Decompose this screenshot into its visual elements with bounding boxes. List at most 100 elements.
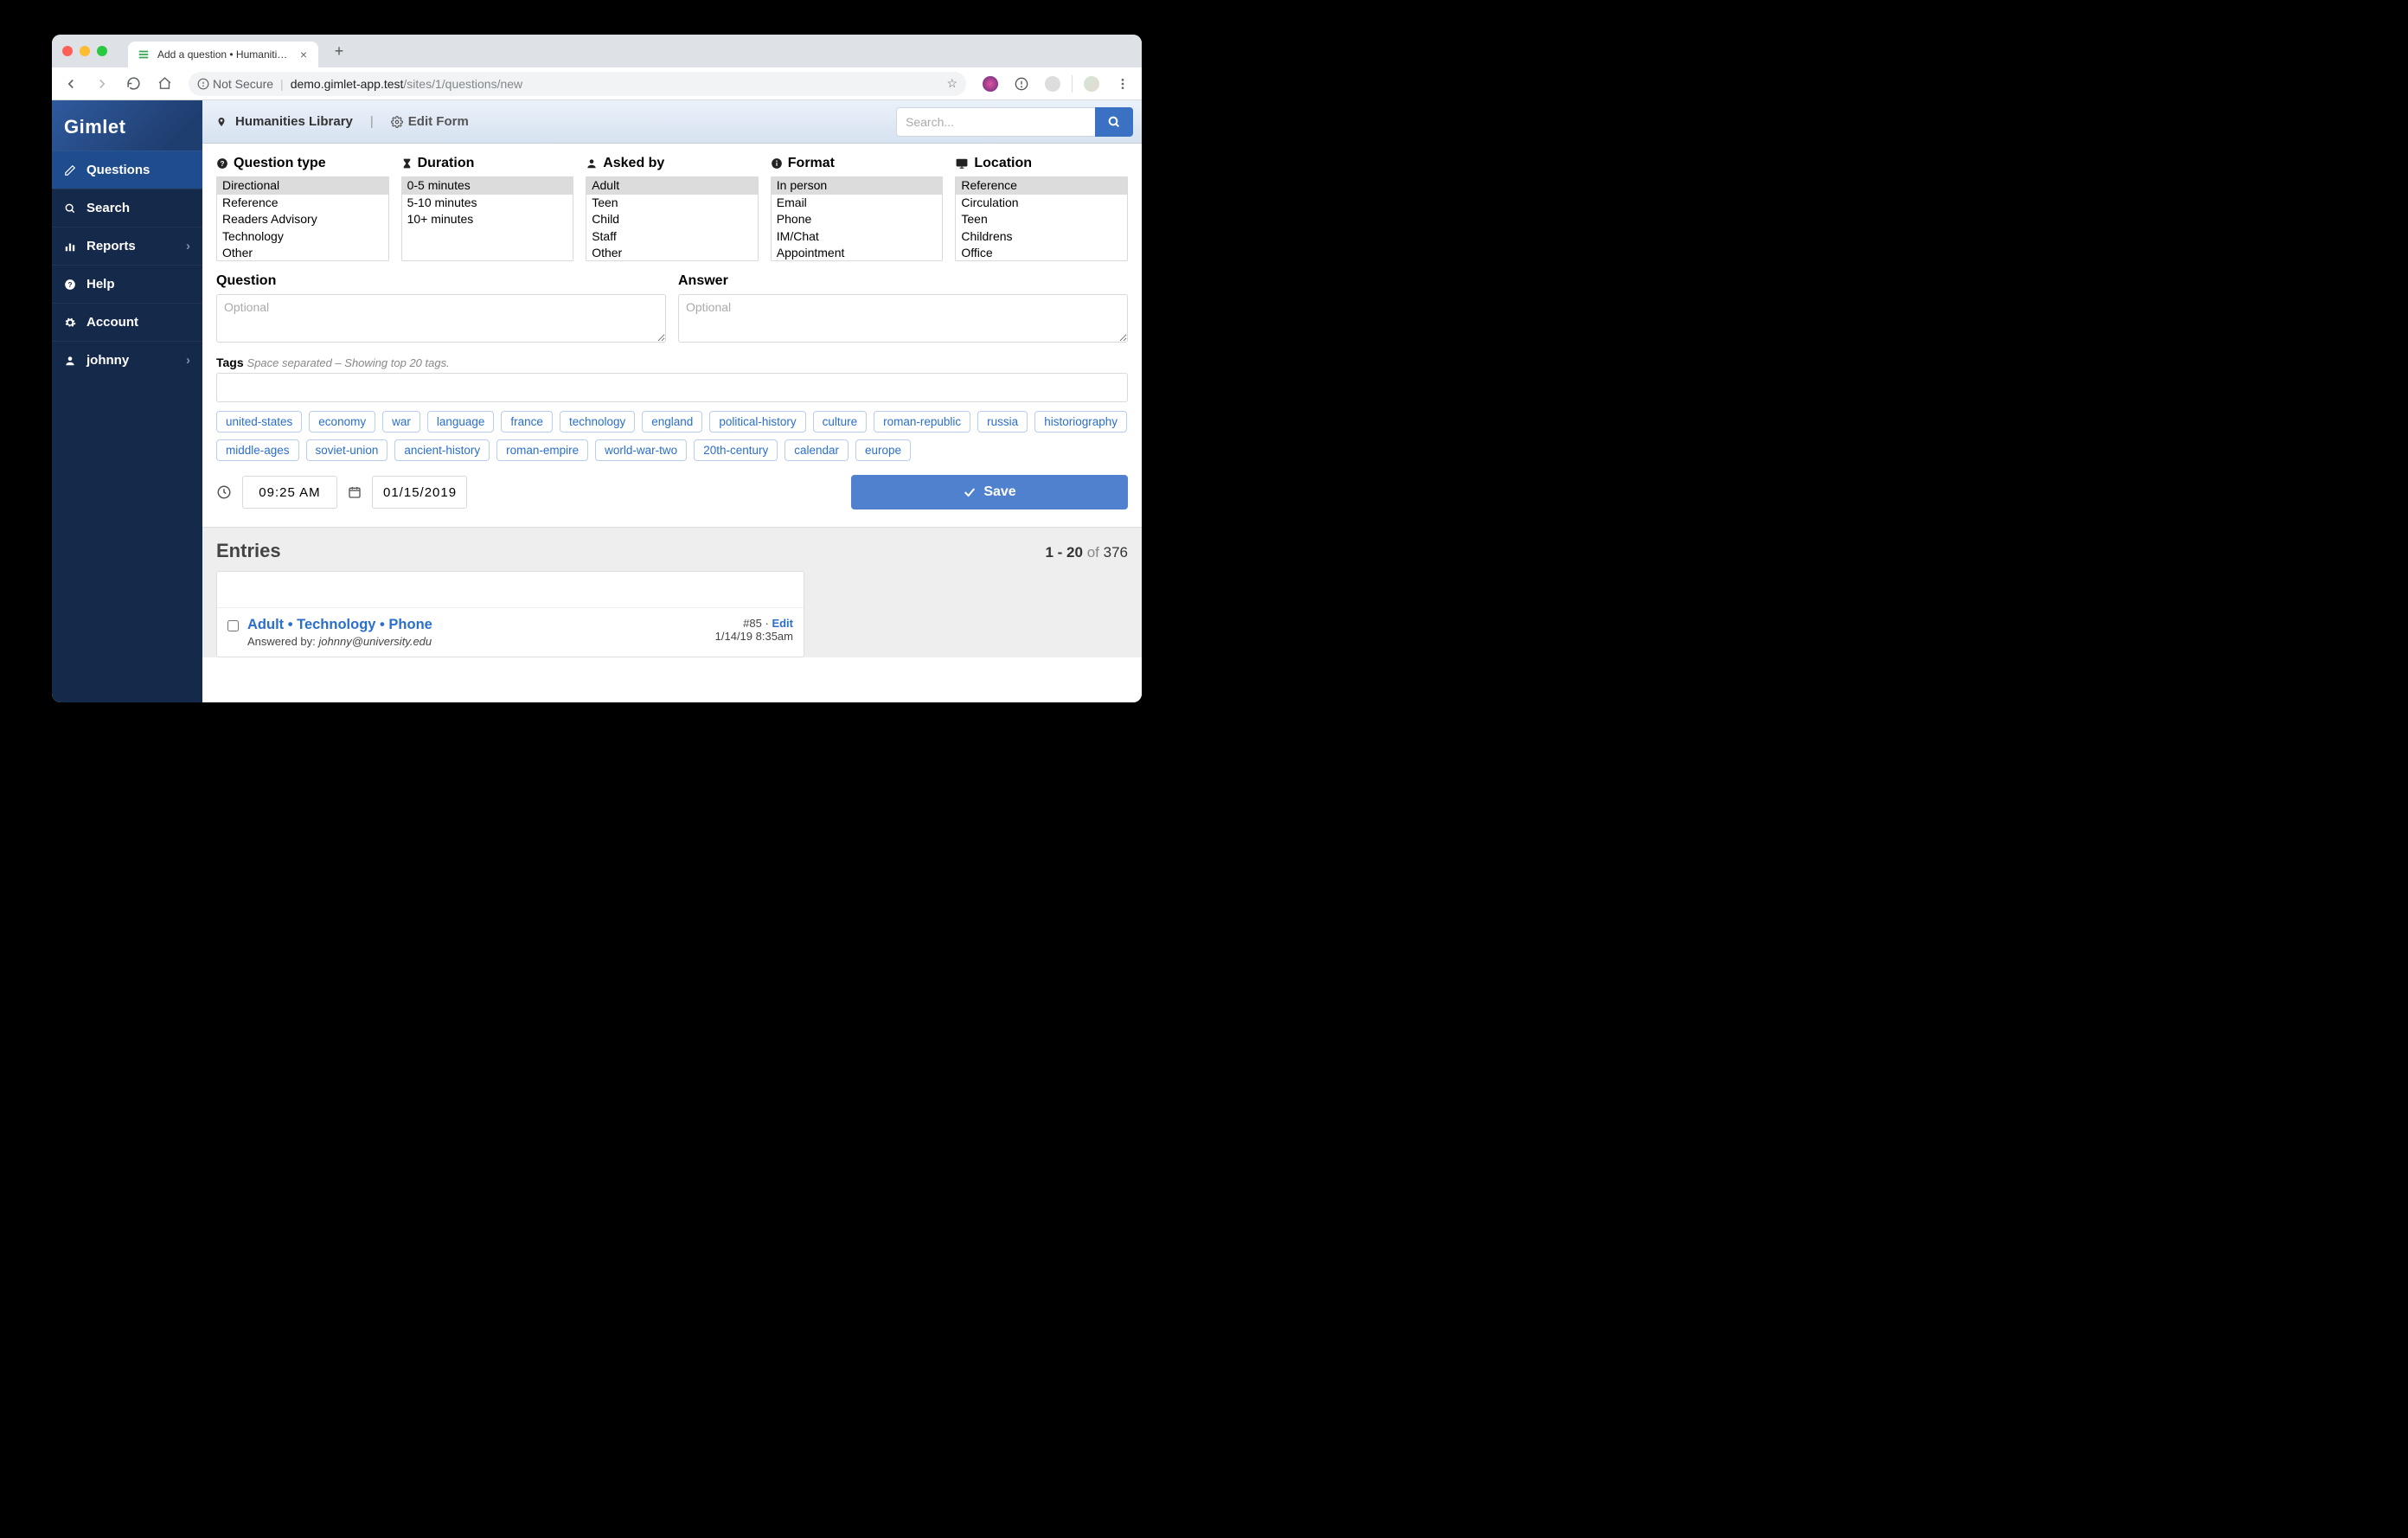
info-icon — [771, 157, 783, 170]
option[interactable]: 5-10 minutes — [402, 195, 573, 212]
browser-window: Add a question • Humanities Li × + Not S… — [52, 35, 1142, 702]
tag-pill[interactable]: europe — [855, 439, 911, 461]
option[interactable]: Staff — [586, 228, 758, 246]
option[interactable]: Appointment — [772, 245, 943, 261]
nav-back-button[interactable] — [59, 72, 83, 96]
sidebar-item-label: Account — [86, 315, 138, 330]
option[interactable]: Childrens — [956, 228, 1127, 246]
tag-pill[interactable]: france — [501, 411, 553, 433]
listbox-location[interactable]: ReferenceCirculationTeenChildrensOfficeO… — [955, 176, 1128, 261]
extension-icon[interactable] — [1009, 72, 1034, 96]
window-close-button[interactable] — [62, 46, 73, 56]
option[interactable]: Teen — [586, 195, 758, 212]
edit-form-link[interactable]: Edit Form — [391, 114, 469, 129]
field-label: Question type — [234, 156, 326, 171]
tag-pill[interactable]: russia — [977, 411, 1028, 433]
clock-icon — [216, 484, 232, 500]
option[interactable]: 10+ minutes — [402, 211, 573, 228]
option[interactable]: Directional — [217, 177, 388, 195]
nav-home-button[interactable] — [152, 72, 176, 96]
tab-close-button[interactable]: × — [298, 48, 310, 61]
tag-pill[interactable]: roman-empire — [496, 439, 588, 461]
tag-pill[interactable]: historiography — [1034, 411, 1127, 433]
sidebar-item-johnny[interactable]: johnny› — [52, 341, 202, 379]
tag-pill[interactable]: england — [642, 411, 702, 433]
field-format: FormatIn personEmailPhoneIM/ChatAppointm… — [771, 156, 944, 261]
tag-pill[interactable]: calendar — [785, 439, 849, 461]
tag-pill[interactable]: political-history — [709, 411, 805, 433]
option[interactable]: Reference — [956, 177, 1127, 195]
entry-checkbox[interactable] — [227, 620, 239, 631]
gear-icon — [64, 317, 78, 329]
tags-label: Tags — [216, 356, 244, 369]
sidebar-item-help[interactable]: ?Help — [52, 265, 202, 303]
search-input[interactable] — [896, 107, 1095, 137]
answer-textarea[interactable] — [678, 294, 1128, 343]
tag-pill[interactable]: war — [382, 411, 420, 433]
option[interactable]: Office — [956, 245, 1127, 261]
question-label: Question — [216, 273, 666, 289]
chrome-menu-button[interactable] — [1111, 72, 1135, 96]
entries-list: Adult • Technology • Phone Answered by: … — [216, 571, 804, 657]
extension-icon[interactable] — [978, 72, 1002, 96]
sidebar-item-label: Search — [86, 201, 130, 215]
option[interactable]: Child — [586, 211, 758, 228]
search-button[interactable] — [1095, 107, 1133, 137]
new-tab-button[interactable]: + — [327, 39, 351, 63]
tag-pill[interactable]: middle-ages — [216, 439, 299, 461]
tag-pill[interactable]: world-war-two — [595, 439, 687, 461]
listbox-format[interactable]: In personEmailPhoneIM/ChatAppointment — [771, 176, 944, 261]
date-input[interactable] — [372, 476, 467, 509]
option[interactable]: Adult — [586, 177, 758, 195]
save-button[interactable]: Save — [851, 475, 1128, 509]
tags-input[interactable] — [216, 373, 1128, 402]
option[interactable]: IM/Chat — [772, 228, 943, 246]
option[interactable]: Other — [586, 245, 758, 261]
nav-forward-button[interactable] — [90, 72, 114, 96]
time-input[interactable] — [242, 476, 337, 509]
listbox-duration[interactable]: 0-5 minutes5-10 minutes10+ minutes — [401, 176, 574, 261]
entry-edit-link[interactable]: Edit — [772, 617, 793, 630]
bookmark-star-icon[interactable]: ☆ — [946, 76, 957, 91]
tag-pill[interactable]: soviet-union — [306, 439, 388, 461]
question-textarea[interactable] — [216, 294, 666, 343]
sidebar-item-reports[interactable]: Reports› — [52, 227, 202, 265]
option[interactable]: Technology — [217, 228, 388, 246]
browser-tab[interactable]: Add a question • Humanities Li × — [128, 42, 318, 67]
tag-pill[interactable]: economy — [309, 411, 375, 433]
option[interactable]: Teen — [956, 211, 1127, 228]
url-domain: demo.gimlet-app.test — [291, 77, 404, 91]
tag-cloud: united-states economy war language france tec… — [216, 411, 1128, 461]
tag-pill[interactable]: 20th-century — [694, 439, 778, 461]
field-asked-by: Asked byAdultTeenChildStaffOther — [586, 156, 759, 261]
option[interactable]: 0-5 minutes — [402, 177, 573, 195]
listbox-asked-by[interactable]: AdultTeenChildStaffOther — [586, 176, 759, 261]
sidebar-item-questions[interactable]: Questions — [52, 151, 202, 189]
sidebar-item-search[interactable]: Search — [52, 189, 202, 227]
entry-timestamp: 1/14/19 8:35am — [715, 630, 793, 643]
option[interactable]: Readers Advisory — [217, 211, 388, 228]
sidebar-item-account[interactable]: Account — [52, 303, 202, 341]
tag-pill[interactable]: united-states — [216, 411, 302, 433]
url-bar[interactable]: Not Secure | demo.gimlet-app.test/sites/… — [189, 72, 966, 96]
nav-reload-button[interactable] — [121, 72, 145, 96]
profile-avatar[interactable] — [1079, 72, 1104, 96]
option[interactable]: Reference — [217, 195, 388, 212]
option[interactable]: Circulation — [956, 195, 1127, 212]
extension-icon[interactable] — [1041, 72, 1065, 96]
user-icon — [586, 157, 598, 170]
tag-pill[interactable]: roman-republic — [874, 411, 970, 433]
option[interactable]: In person — [772, 177, 943, 195]
option[interactable]: Phone — [772, 211, 943, 228]
brand-logo: Gimlet — [52, 100, 202, 151]
tag-pill[interactable]: ancient-history — [394, 439, 490, 461]
window-minimize-button[interactable] — [80, 46, 90, 56]
option[interactable]: Email — [772, 195, 943, 212]
entry-title-link[interactable]: Adult • Technology • Phone — [247, 617, 707, 633]
listbox-question-type[interactable]: DirectionalReferenceReaders AdvisoryTech… — [216, 176, 389, 261]
window-maximize-button[interactable] — [97, 46, 107, 56]
tag-pill[interactable]: language — [427, 411, 495, 433]
option[interactable]: Other — [217, 245, 388, 261]
tag-pill[interactable]: culture — [813, 411, 868, 433]
tag-pill[interactable]: technology — [560, 411, 635, 433]
